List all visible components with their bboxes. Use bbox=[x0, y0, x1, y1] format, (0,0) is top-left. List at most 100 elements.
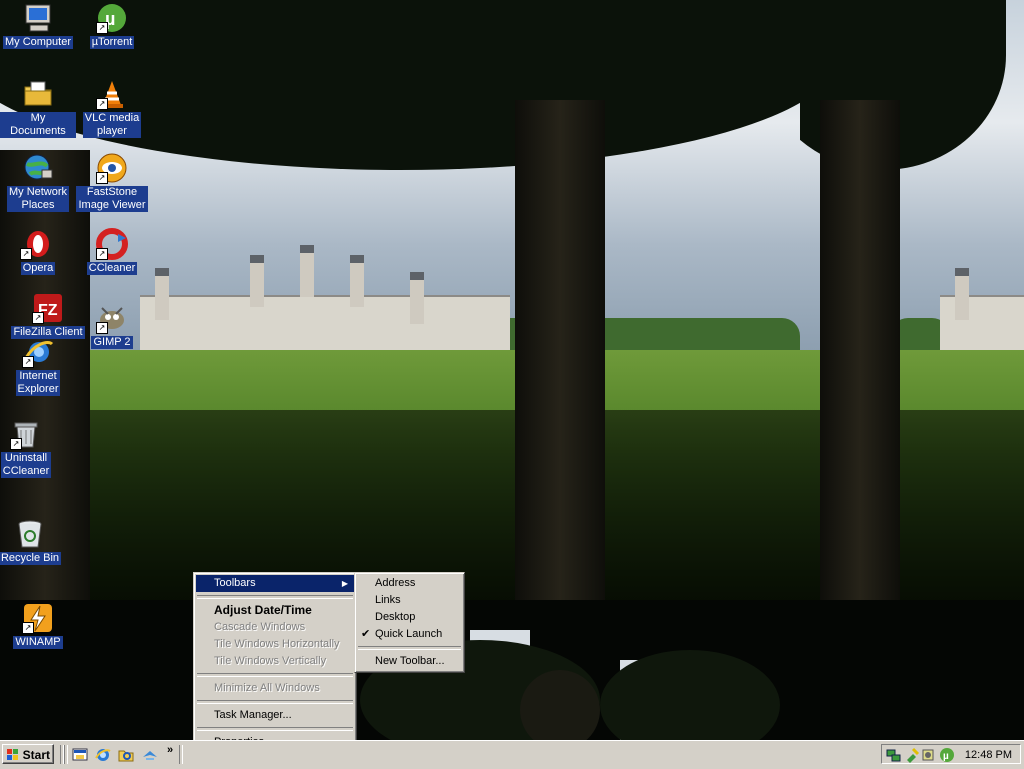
taskbar-clock[interactable]: 12:48 PM bbox=[965, 748, 1012, 762]
shortcut-arrow-icon: ↗ bbox=[96, 22, 108, 34]
desktop-icon-label: My Documents bbox=[0, 112, 76, 138]
menu-item-label: Quick Launch bbox=[375, 628, 443, 640]
winamp-icon: ↗ bbox=[22, 602, 54, 634]
menu-item-label: Cascade Windows bbox=[214, 621, 306, 633]
desktop-icon-label: µTorrent bbox=[89, 36, 135, 49]
shortcut-arrow-icon: ↗ bbox=[96, 322, 108, 334]
desktop-icon-label: VLC media player bbox=[82, 112, 142, 138]
desktop-icon-label: FastStone Image Viewer bbox=[76, 186, 148, 212]
menu-item-label: New Toolbar... bbox=[375, 655, 445, 667]
menu-item-tile-horizontally: Tile Windows Horizontally bbox=[196, 636, 354, 653]
wallpaper-tile-repeat bbox=[800, 0, 1024, 600]
toolbar-separator bbox=[179, 745, 183, 764]
desktop-icon-utorrent[interactable]: µ ↗ µTorrent bbox=[74, 2, 150, 49]
shortcut-arrow-icon: ↗ bbox=[96, 248, 108, 260]
start-label: Start bbox=[22, 748, 50, 762]
desktop-icon-uninstall-ccleaner[interactable]: ↗ Uninstall CCleaner bbox=[0, 418, 64, 478]
speaker-icon[interactable] bbox=[921, 747, 937, 763]
uninstall-trash-icon: ↗ bbox=[10, 418, 42, 450]
desktop-icon-my-computer[interactable]: My Computer bbox=[0, 2, 76, 49]
desktop-icon-label: Recycle Bin bbox=[0, 552, 62, 565]
filezilla-icon: FZ ↗ bbox=[32, 292, 64, 324]
menu-item-label: Address bbox=[375, 577, 416, 589]
computer-icon bbox=[22, 2, 54, 34]
desktop-icon-faststone[interactable]: ↗ FastStone Image Viewer bbox=[74, 152, 150, 212]
menu-item-label: Adjust Date/Time bbox=[214, 603, 312, 617]
menu-separator bbox=[358, 646, 461, 650]
system-tray: µ 12:48 PM bbox=[881, 744, 1021, 764]
desktop-icon-opera[interactable]: ↗ Opera bbox=[0, 228, 76, 275]
desktop-wallpaper bbox=[0, 0, 1024, 740]
internet-explorer-icon: ↗ bbox=[22, 336, 54, 368]
menu-item-toolbars[interactable]: Toolbars ▶ bbox=[196, 575, 354, 592]
desktop-icon-recycle-bin[interactable]: Recycle Bin bbox=[0, 518, 68, 565]
quick-launch-messenger-icon[interactable] bbox=[142, 747, 158, 763]
desktop-icon-label: GIMP 2 bbox=[91, 336, 133, 349]
submenu-item-quick-launch[interactable]: ✔ Quick Launch bbox=[357, 626, 462, 643]
desktop-icon-label: WINAMP bbox=[13, 636, 63, 649]
submenu-item-address[interactable]: Address bbox=[357, 575, 462, 592]
shortcut-arrow-icon: ↗ bbox=[22, 356, 34, 368]
desktop-icon-label: CCleaner bbox=[86, 262, 138, 275]
checkmark-icon: ✔ bbox=[361, 628, 371, 640]
shortcut-arrow-icon: ↗ bbox=[20, 248, 32, 260]
desktop-icon-winamp[interactable]: ↗ WINAMP bbox=[0, 602, 76, 649]
menu-item-label: Tile Windows Vertically bbox=[214, 655, 327, 667]
menu-item-cascade-windows: Cascade Windows bbox=[196, 619, 354, 636]
desktop-icon-my-documents[interactable]: My Documents bbox=[0, 78, 76, 138]
desktop-icon-label: My Network Places bbox=[6, 186, 70, 212]
desktop-icon-label: Internet Explorer bbox=[15, 370, 61, 396]
desktop-icon-vlc[interactable]: ↗ VLC media player bbox=[74, 78, 150, 138]
shortcut-arrow-icon: ↗ bbox=[96, 172, 108, 184]
menu-separator bbox=[197, 727, 353, 731]
desktop-icon-ccleaner[interactable]: ↗ CCleaner bbox=[74, 228, 150, 275]
desktop-icon-label: Uninstall CCleaner bbox=[0, 452, 52, 478]
vlc-cone-icon: ↗ bbox=[96, 78, 128, 110]
menu-item-label: Minimize All Windows bbox=[214, 682, 320, 694]
menu-separator bbox=[197, 595, 353, 599]
windows-flag-icon bbox=[7, 749, 18, 760]
power-plug-icon[interactable] bbox=[904, 747, 920, 763]
network-connection-icon[interactable] bbox=[886, 747, 902, 763]
toolbars-submenu: Address Links Desktop ✔ Quick Launch New… bbox=[354, 572, 465, 673]
start-button[interactable]: Start bbox=[2, 744, 54, 764]
menu-item-label: Desktop bbox=[375, 611, 416, 623]
opera-icon: ↗ bbox=[20, 228, 54, 260]
quick-launch-ie-icon[interactable] bbox=[95, 747, 111, 763]
desktop-icon-label: Opera bbox=[20, 262, 56, 275]
menu-item-adjust-date-time[interactable]: Adjust Date/Time bbox=[196, 602, 354, 619]
desktop-icon-my-network-places[interactable]: My Network Places bbox=[0, 152, 76, 212]
menu-item-label: Tile Windows Horizontally bbox=[214, 638, 340, 650]
shortcut-arrow-icon: ↗ bbox=[22, 622, 34, 634]
menu-item-minimize-all: Minimize All Windows bbox=[196, 680, 354, 697]
shortcut-arrow-icon: ↗ bbox=[10, 438, 22, 450]
quick-launch-show-desktop-icon[interactable] bbox=[72, 747, 88, 763]
quick-launch-explorer-icon[interactable] bbox=[118, 747, 134, 763]
submenu-item-links[interactable]: Links bbox=[357, 592, 462, 609]
quick-launch-overflow-button[interactable]: » bbox=[167, 744, 173, 756]
submenu-arrow-icon: ▶ bbox=[341, 579, 348, 588]
taskbar: Start » µ 12:48 PM bbox=[0, 740, 1024, 769]
recycle-bin-icon bbox=[14, 518, 46, 550]
menu-item-label: Links bbox=[375, 594, 401, 606]
desktop-icon-gimp[interactable]: ↗ GIMP 2 bbox=[74, 302, 150, 349]
shortcut-arrow-icon: ↗ bbox=[32, 312, 44, 324]
desktop-icon-internet-explorer[interactable]: ↗ Internet Explorer bbox=[0, 336, 76, 396]
menu-separator bbox=[197, 673, 353, 677]
menu-item-tile-vertically: Tile Windows Vertically bbox=[196, 653, 354, 670]
menu-item-label: Task Manager... bbox=[214, 709, 292, 721]
desktop-icon-label: My Computer bbox=[2, 36, 74, 49]
menu-item-task-manager[interactable]: Task Manager... bbox=[196, 707, 354, 724]
submenu-item-desktop[interactable]: Desktop bbox=[357, 609, 462, 626]
utorrent-tray-icon[interactable]: µ bbox=[939, 747, 955, 763]
utorrent-icon: µ ↗ bbox=[96, 2, 128, 34]
network-globe-icon bbox=[22, 152, 54, 184]
menu-item-label: Toolbars bbox=[214, 577, 256, 589]
svg-text:µ: µ bbox=[943, 751, 949, 762]
toolbar-separator bbox=[64, 745, 68, 764]
wallpaper-bottom bbox=[0, 600, 1024, 740]
gimp-icon: ↗ bbox=[96, 302, 128, 334]
menu-separator bbox=[197, 700, 353, 704]
submenu-item-new-toolbar[interactable]: New Toolbar... bbox=[357, 653, 462, 670]
folder-icon bbox=[22, 78, 54, 110]
